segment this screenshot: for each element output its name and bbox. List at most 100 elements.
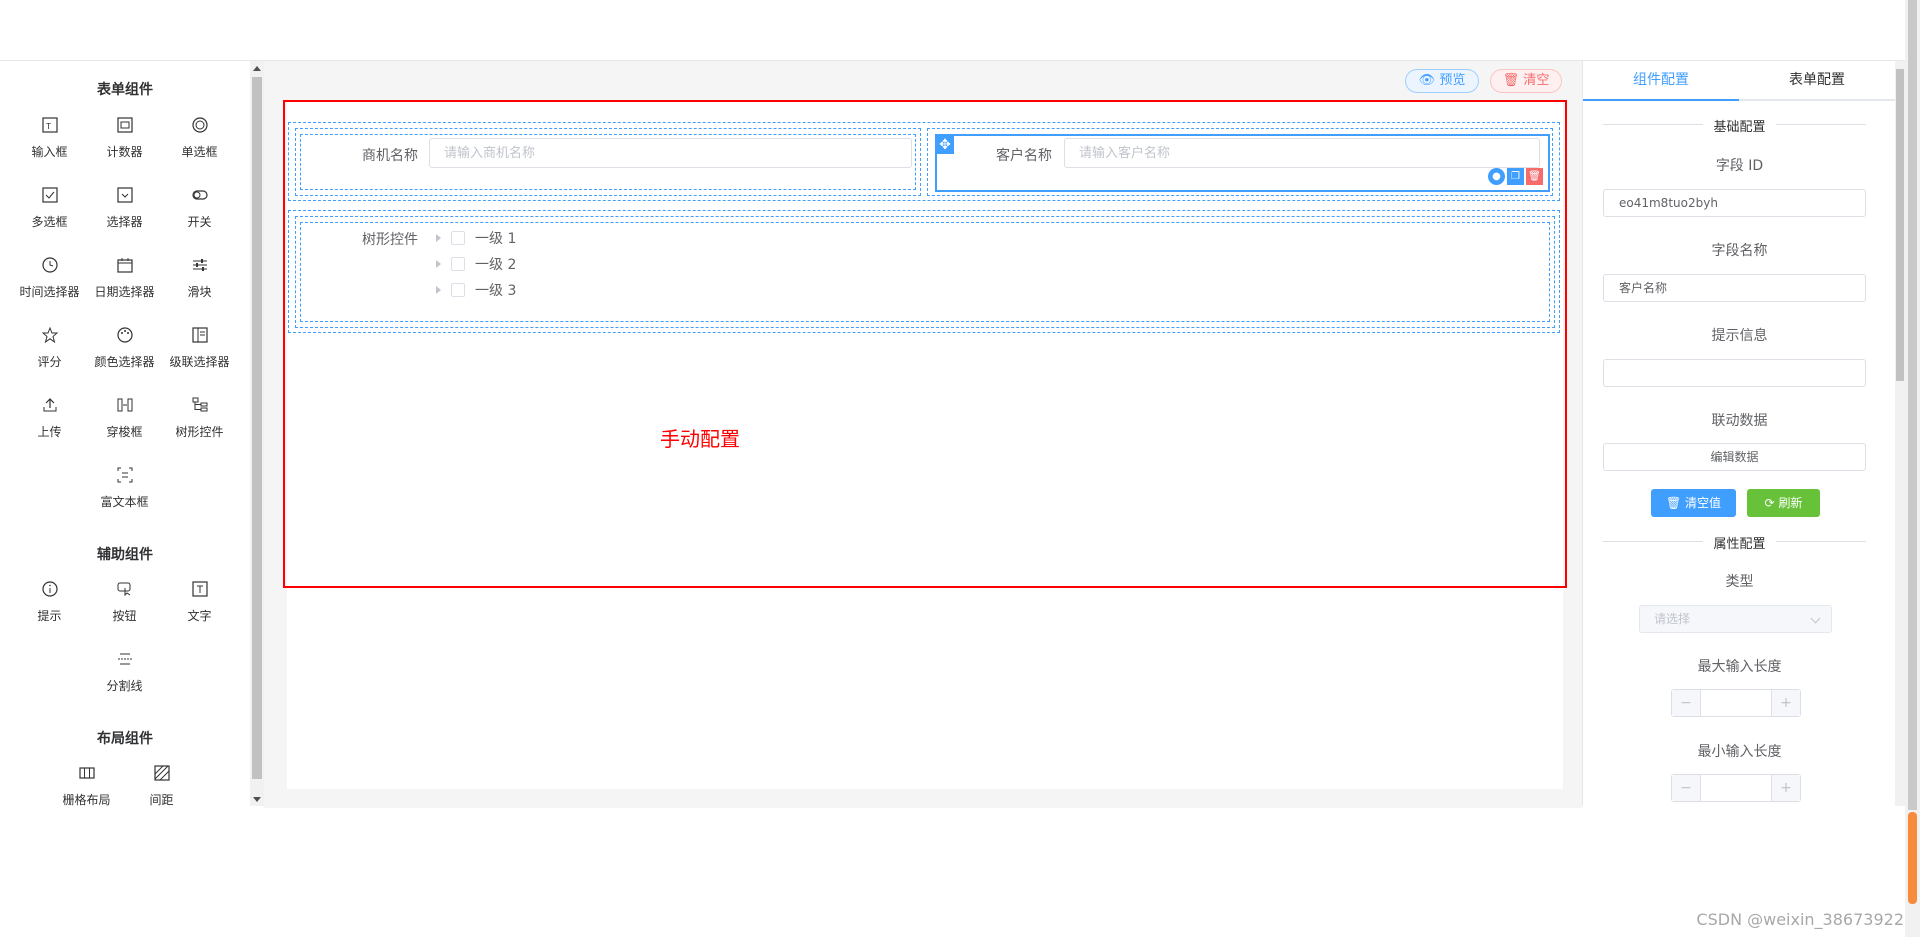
config-scrollbar-thumb[interactable] [1896, 69, 1904, 381]
preview-button[interactable]: 👁 预览 [1405, 69, 1479, 93]
clear-button[interactable]: 🗑 清空 [1490, 69, 1562, 93]
palette-item-time-picker[interactable]: 时间选择器 [12, 253, 87, 313]
tab-component-config[interactable]: 组件配置 [1583, 61, 1739, 101]
increment-button[interactable]: + [1771, 775, 1800, 801]
palette-item-rate[interactable]: 评分 [12, 323, 87, 383]
type-select[interactable]: 请选择 [1639, 605, 1832, 633]
scroll-down-arrow-icon[interactable] [253, 797, 261, 802]
tree-icon [192, 397, 207, 412]
palette-item-select[interactable]: 选择器 [87, 183, 162, 243]
refresh-label: 刷新 [1778, 496, 1803, 510]
slider-icon [192, 259, 207, 271]
palette-item-label: 上传 [37, 425, 62, 439]
palette-item-label: 日期选择器 [94, 285, 155, 299]
palette-item-label: 树形控件 [175, 425, 224, 439]
spacing-icon [153, 765, 170, 781]
edit-data-button[interactable]: 编辑数据 [1603, 443, 1866, 471]
field-name-label: 字段名称 [1711, 243, 1768, 259]
palette-item-spacing[interactable]: 间距 [124, 761, 199, 806]
palette-icon [116, 327, 133, 343]
palette-item-input[interactable]: T 输入框 [12, 113, 87, 173]
type-select-placeholder: 请选择 [1654, 612, 1691, 626]
palette-item-counter[interactable]: 计数器 [87, 113, 162, 173]
calendar-icon [116, 258, 133, 273]
page-scrollbar-thumb[interactable] [1908, 0, 1917, 810]
max-length-stepper[interactable]: − + [1671, 689, 1801, 717]
counter-icon [116, 117, 133, 133]
palette-item-label: 间距 [149, 793, 174, 806]
decrement-button[interactable]: − [1672, 775, 1701, 801]
hint-input[interactable] [1603, 359, 1866, 387]
palette-item-transfer[interactable]: 穿梭框 [87, 393, 162, 453]
star-icon [41, 327, 58, 343]
attr-config-title: 属性配置 [1583, 533, 1896, 552]
palette-item-label: 评分 [37, 355, 62, 369]
field-id-label: 字段 ID [1715, 158, 1764, 174]
tab-form-config[interactable]: 表单配置 [1739, 61, 1895, 101]
watermark: CSDN @weixin_38673922 [1696, 910, 1904, 929]
palette-item-date-picker[interactable]: 日期选择器 [87, 253, 162, 313]
palette-item-label: 时间选择器 [19, 285, 80, 299]
palette-item-label: 输入框 [31, 145, 68, 159]
palette-item-text[interactable]: 文字 [162, 577, 237, 637]
palette-item-tree[interactable]: 树形控件 [162, 393, 237, 453]
field-name-input[interactable]: 客户名称 [1603, 274, 1866, 302]
eye-icon: 👁 [1418, 73, 1436, 88]
increment-button[interactable]: + [1771, 690, 1800, 716]
basic-config-title: 基础配置 [1583, 116, 1896, 135]
select-icon [116, 187, 133, 203]
palette-item-cascader[interactable]: 级联选择器 [162, 323, 237, 383]
decrement-button[interactable]: − [1672, 690, 1701, 716]
palette-item-button[interactable]: 按钮 [87, 577, 162, 637]
grid-icon [78, 767, 95, 779]
page-scrollbar[interactable] [1905, 0, 1920, 937]
checkbox-icon [41, 187, 58, 203]
cascader-icon [191, 327, 208, 343]
form-components-title: 表单组件 [97, 82, 153, 98]
upload-icon [43, 398, 56, 412]
palette-item-label: 穿梭框 [106, 425, 143, 439]
palette-item-label: 颜色选择器 [94, 355, 155, 369]
button-icon [117, 582, 130, 597]
palette-item-label: 选择器 [106, 215, 143, 229]
palette-item-label: 计数器 [106, 145, 143, 159]
clear-button-label: 清空 [1523, 73, 1550, 88]
palette-scrollbar[interactable] [250, 61, 264, 806]
palette-item-alert[interactable]: 提示 [12, 577, 87, 637]
input-icon: T [41, 117, 58, 133]
palette-item-slider[interactable]: 滑块 [162, 253, 237, 313]
linkage-label: 联动数据 [1711, 413, 1768, 429]
palette-item-upload[interactable]: 上传 [12, 393, 87, 453]
divider-icon [117, 653, 132, 665]
palette-item-rich-text[interactable]: 富文本框 [87, 463, 162, 523]
radio-icon [191, 117, 208, 133]
palette-item-grid[interactable]: 栅格布局 [49, 761, 124, 806]
palette-item-label: 分割线 [106, 679, 143, 693]
layout-components-title: 布局组件 [97, 731, 153, 747]
component-palette: 表单组件 T 输入框 计数器 单选框 多选框 选择器 开关 时间选择器 日期选择… [0, 61, 250, 806]
config-scrollbar[interactable] [1895, 61, 1905, 806]
palette-item-label: 栅格布局 [62, 793, 111, 806]
palette-item-label: 富文本框 [100, 495, 149, 509]
palette-item-divider[interactable]: 分割线 [87, 647, 162, 707]
transfer-icon [117, 398, 132, 412]
palette-item-switch[interactable]: 开关 [162, 183, 237, 243]
field-id-input[interactable]: eo41m8tuo2byh [1603, 189, 1866, 217]
refresh-button[interactable]: ⟳ 刷新 [1747, 489, 1820, 517]
clock-icon [41, 257, 58, 273]
min-length-label: 最小输入长度 [1697, 744, 1782, 760]
palette-item-label: 文字 [187, 609, 212, 623]
text-icon [191, 581, 208, 597]
palette-item-checkbox[interactable]: 多选框 [12, 183, 87, 243]
chevron-down-icon [1810, 613, 1821, 624]
config-panel: 组件配置 表单配置 基础配置 字段 ID eo41m8tuo2byh 字段名称 … [1582, 61, 1896, 806]
min-length-stepper[interactable]: − + [1671, 774, 1801, 802]
page-scrollbar-thumb-highlight[interactable] [1908, 812, 1917, 904]
palette-item-label: 滑块 [187, 285, 212, 299]
switch-icon [191, 190, 208, 200]
palette-item-radio[interactable]: 单选框 [162, 113, 237, 173]
palette-item-color-picker[interactable]: 颜色选择器 [87, 323, 162, 383]
palette-scrollbar-thumb[interactable] [252, 77, 262, 779]
clear-value-button[interactable]: 🗑 清空值 [1651, 489, 1736, 517]
scroll-up-arrow-icon[interactable] [253, 66, 261, 71]
